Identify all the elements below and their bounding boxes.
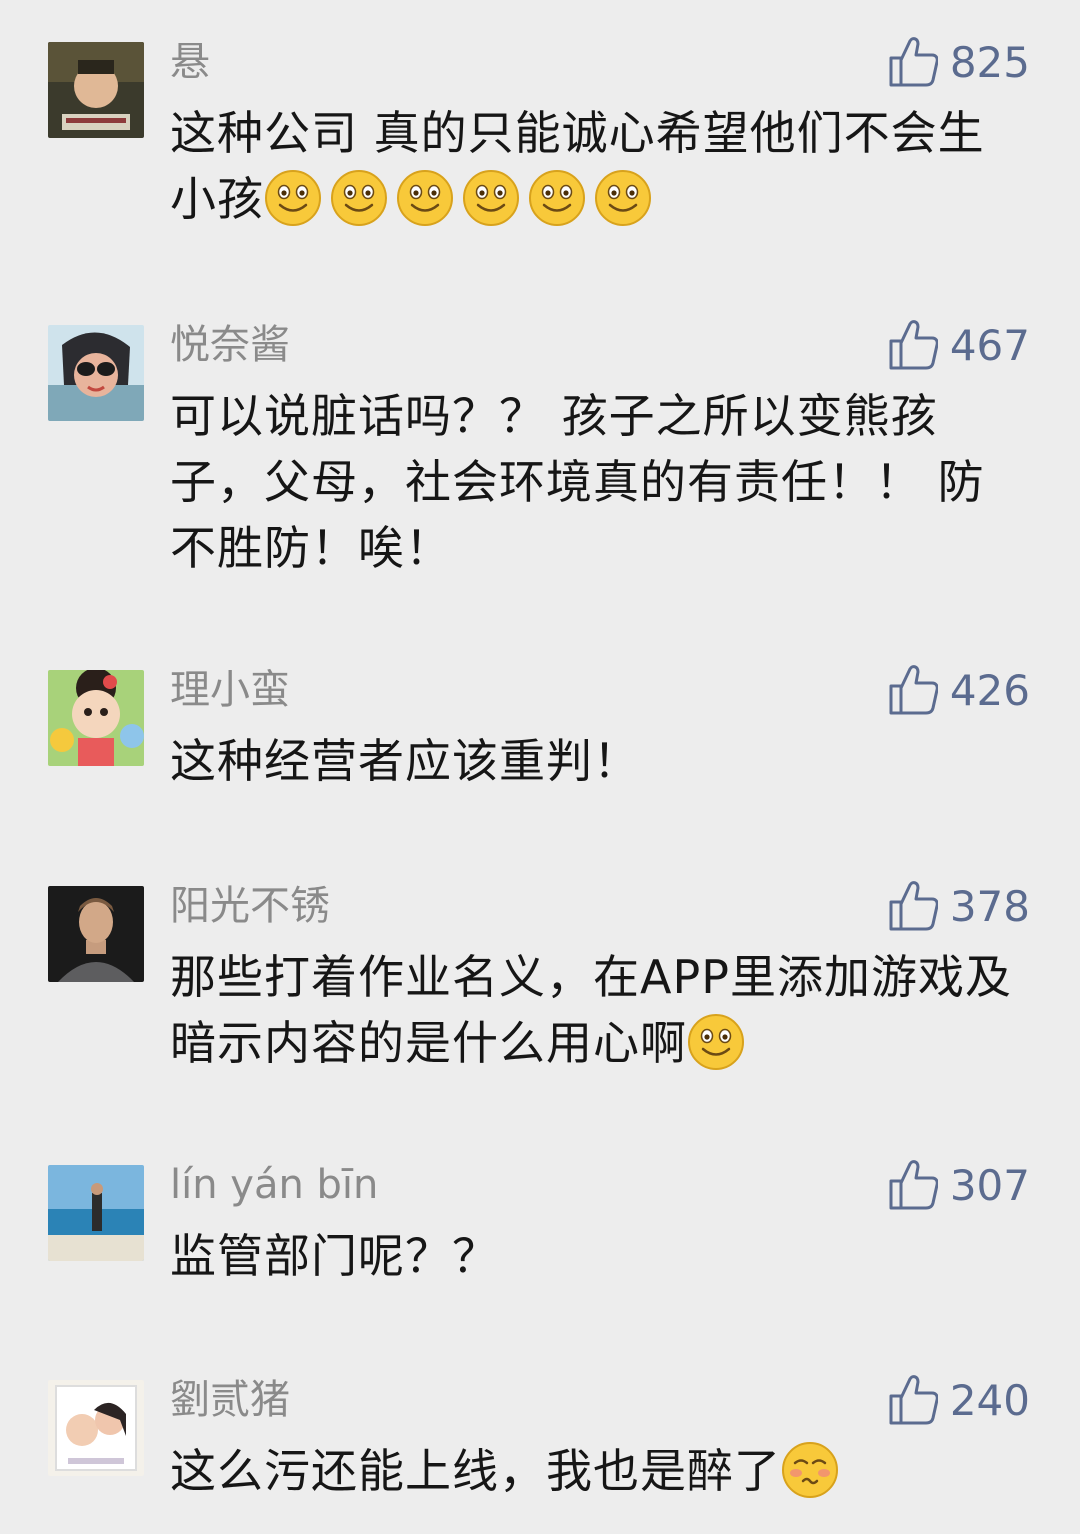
- thumbs-up-icon: [889, 1375, 938, 1425]
- nickname[interactable]: 劉贰猪: [170, 1372, 290, 1428]
- like-button[interactable]: 825: [888, 32, 1030, 92]
- smile-emoji: [396, 169, 454, 227]
- thumbs-up-icon: [889, 320, 938, 370]
- smile-emoji: [594, 169, 652, 227]
- like-count: 378: [949, 881, 1030, 931]
- avatar[interactable]: [48, 886, 144, 982]
- like-button[interactable]: 240: [888, 1370, 1030, 1430]
- avatar[interactable]: [48, 325, 144, 421]
- like-button[interactable]: 307: [888, 1155, 1030, 1215]
- like-count: 426: [949, 665, 1030, 715]
- comment-text: 这种公司 真的只能诚心希望他们不会生小孩: [170, 106, 985, 227]
- nickname[interactable]: 悬: [170, 34, 210, 90]
- thumbs-up-icon: [889, 881, 938, 931]
- like-count: 240: [949, 1375, 1030, 1425]
- avatar[interactable]: [48, 1380, 144, 1476]
- comment-text: 可以说脏话吗？？ 孩子之所以变熊孩子，父母，社会环境真的有责任！！ 防不胜防！唉…: [170, 389, 985, 575]
- nickname[interactable]: 阳光不锈: [170, 878, 330, 934]
- avatar[interactable]: [48, 42, 144, 138]
- like-count: 307: [949, 1160, 1030, 1210]
- like-count: 825: [949, 37, 1030, 87]
- like-button[interactable]: 426: [888, 660, 1030, 720]
- like-count: 467: [949, 320, 1030, 370]
- nickname[interactable]: lín yán bīn: [170, 1157, 378, 1213]
- comment-text: 这么污还能上线，我也是醉了: [170, 1438, 1030, 1504]
- smile-emoji: [264, 169, 322, 227]
- smile-emoji: [330, 169, 388, 227]
- nickname[interactable]: 悦奈酱: [170, 317, 290, 373]
- thumbs-up-icon: [889, 665, 938, 715]
- thumbs-up-icon: [889, 1160, 938, 1210]
- smile-emoji: [462, 169, 520, 227]
- like-button[interactable]: 467: [888, 315, 1030, 375]
- comment-text: 那些打着作业名义，在APP里添加游戏及暗示内容的是什么用心啊: [170, 950, 1012, 1071]
- smile-emoji: [687, 1013, 745, 1071]
- comment-list: 悬 825 这种公司 真的只能诚心希望他们不会生小孩 悦奈酱 467 可以说脏话…: [0, 0, 1080, 1534]
- thumbs-up-icon: [889, 37, 938, 87]
- tipsy-emoji: [781, 1441, 839, 1499]
- smile-emoji: [528, 169, 586, 227]
- comment-text: 这种经营者应该重判！: [170, 734, 640, 788]
- avatar[interactable]: [48, 1165, 144, 1261]
- comment-text: 监管部门呢？？: [170, 1229, 499, 1283]
- avatar[interactable]: [48, 670, 144, 766]
- like-button[interactable]: 378: [888, 876, 1030, 936]
- nickname[interactable]: 理小蛮: [170, 662, 290, 718]
